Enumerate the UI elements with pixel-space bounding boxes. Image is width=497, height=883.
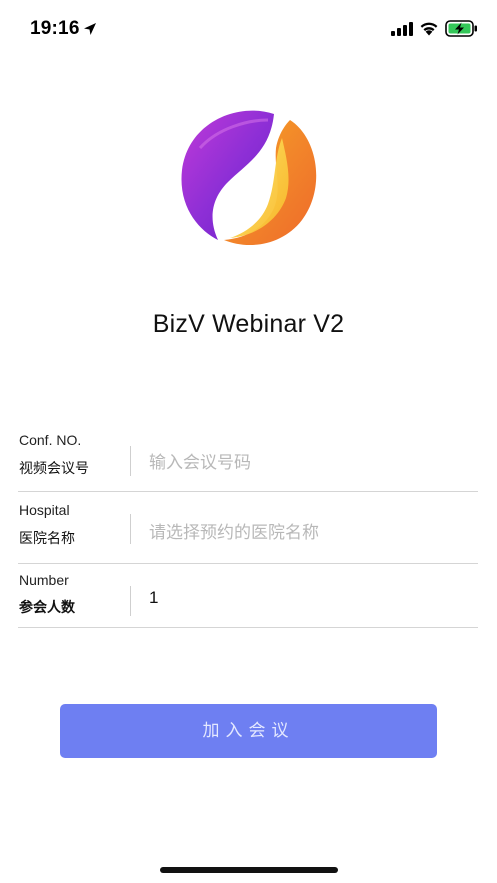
- hospital-select-input[interactable]: [149, 518, 469, 548]
- location-arrow-icon: [84, 23, 96, 35]
- conf-no-label-en: Conf. NO.: [19, 432, 82, 448]
- number-label-en: Number: [19, 572, 69, 588]
- hospital-label-en: Hospital: [19, 502, 70, 518]
- field-divider: [130, 586, 131, 616]
- conf-no-row: Conf. NO. 视频会议号: [18, 424, 478, 492]
- attendee-number-input[interactable]: [149, 583, 469, 613]
- hospital-label-cn: 医院名称: [19, 530, 75, 546]
- join-meeting-button[interactable]: 加入会议: [60, 704, 437, 758]
- hospital-row: Hospital 医院名称: [18, 494, 478, 564]
- field-divider: [130, 514, 131, 544]
- app-title: BizV Webinar V2: [152, 310, 345, 338]
- conf-no-input[interactable]: [149, 448, 469, 478]
- field-divider: [130, 446, 131, 476]
- home-indicator: [160, 867, 338, 873]
- attendee-number-row: Number 参会人数: [18, 566, 478, 628]
- bizv-logo: [181, 110, 317, 246]
- conf-no-label-cn: 视频会议号: [19, 460, 89, 476]
- battery-charging-icon: [445, 20, 477, 37]
- number-label-cn: 参会人数: [19, 599, 75, 615]
- cellular-signal-icon: [391, 22, 413, 36]
- status-bar: 19:16: [0, 0, 497, 56]
- status-time: 19:16: [30, 18, 80, 39]
- wifi-icon: [420, 22, 438, 36]
